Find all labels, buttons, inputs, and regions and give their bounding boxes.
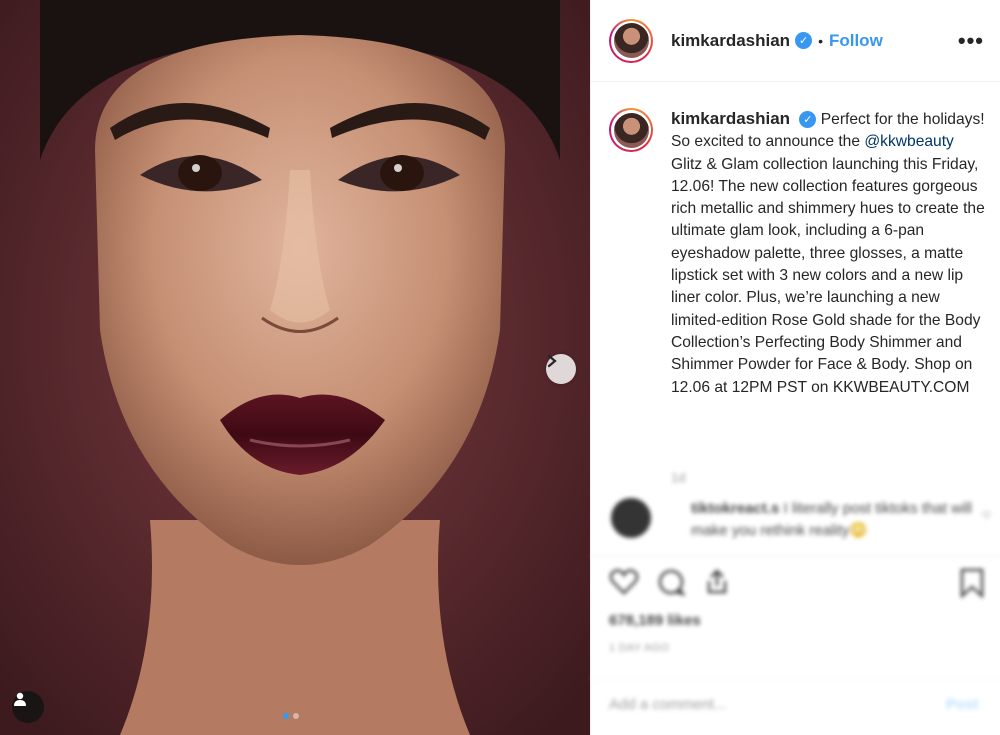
action-bar [609,568,731,596]
post-timestamp: 1 DAY AGO [609,642,670,654]
post-comment-button[interactable]: Post [946,696,979,713]
comment-item: tiktokreact.s I literally post tiktoks t… [611,498,991,542]
bookmark-icon[interactable] [959,568,985,598]
post-sidebar: kimkardashian ✓ • Follow ••• kimkardashi… [590,0,1000,735]
comment-icon[interactable] [657,568,685,596]
comments-and-actions: 1d tiktokreact.s I literally post tiktok… [1,0,1000,735]
share-icon[interactable] [703,568,731,596]
caption-age: 1d [671,470,686,485]
likes-count[interactable]: 678,189 likes [609,612,701,629]
instagram-post: kimkardashian ✓ • Follow ••• kimkardashi… [0,0,1000,735]
comment-input[interactable]: Add a comment... [609,696,727,713]
comment-heart-icon[interactable] [982,508,991,522]
commenter-avatar[interactable] [611,498,651,538]
comment-text: tiktokreact.s I literally post tiktoks t… [691,498,982,542]
heart-icon[interactable] [609,568,639,596]
commenter-username[interactable]: tiktokreact.s [691,500,779,517]
